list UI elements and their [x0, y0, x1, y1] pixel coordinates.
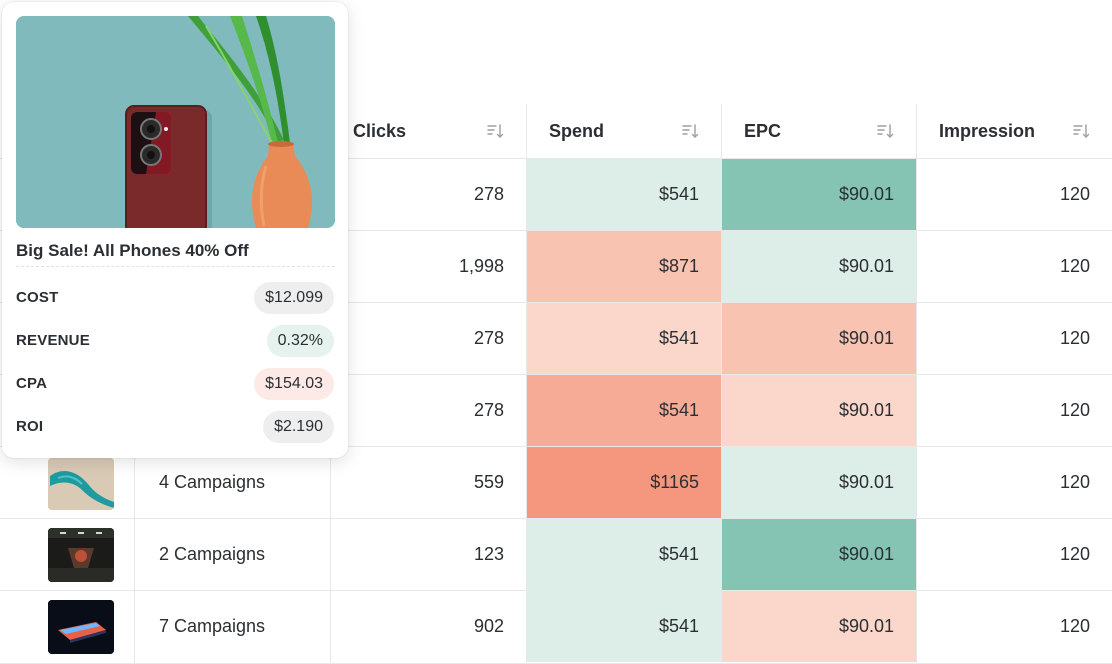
- creative-image: [48, 458, 114, 510]
- spend-cell: $541: [527, 591, 721, 662]
- campaign-thumbnail[interactable]: [48, 458, 114, 510]
- sort-icon[interactable]: [1072, 122, 1090, 140]
- metric-label-cost: COST: [16, 289, 59, 306]
- spend-cell: $871: [527, 231, 721, 302]
- spend-cell: $541: [527, 159, 721, 230]
- clicks-cell: 123: [473, 544, 504, 564]
- header-epc[interactable]: EPC: [722, 104, 916, 158]
- campaign-thumbnail[interactable]: [48, 528, 114, 582]
- sort-icon[interactable]: [876, 122, 894, 140]
- metric-value-revenue: 0.32%: [266, 325, 334, 357]
- clicks-cell: 278: [473, 184, 504, 204]
- metric-value-cpa: $154.03: [254, 368, 334, 400]
- spend-cell: $541: [527, 375, 721, 446]
- clicks-cell: 278: [473, 328, 504, 348]
- clicks-cell: 1,998: [458, 256, 504, 276]
- metric-value-roi: $2.190: [263, 411, 334, 443]
- epc-cell: $90.01: [722, 231, 916, 302]
- header-spend[interactable]: Spend: [527, 104, 721, 158]
- clicks-cell: 278: [473, 400, 504, 420]
- header-impression[interactable]: Impression: [917, 104, 1112, 158]
- epc-cell: $90.01: [722, 303, 916, 374]
- row-divider: [0, 590, 1112, 591]
- impression-cell: 120: [1059, 184, 1090, 204]
- clicks-cell: 902: [473, 616, 504, 636]
- campaign-count-cell[interactable]: 7 Campaigns: [135, 591, 330, 662]
- header-label: Impression: [939, 120, 1036, 141]
- spend-cell: $541: [527, 303, 721, 374]
- metric-value-cost: $12.099: [254, 282, 334, 314]
- impression-cell: 120: [1059, 400, 1090, 420]
- epc-cell: $90.01: [722, 519, 916, 590]
- epc-cell: $90.01: [722, 375, 916, 446]
- epc-cell: $90.01: [722, 447, 916, 518]
- spend-cell: $1165: [527, 447, 721, 518]
- impression-cell: 120: [1059, 544, 1090, 564]
- clicks-cell: 559: [473, 472, 504, 492]
- metric-label-cpa: CPA: [16, 375, 48, 392]
- campaign-count-cell[interactable]: 2 Campaigns: [135, 519, 330, 590]
- impression-cell: 120: [1059, 256, 1090, 276]
- header-clicks[interactable]: Clicks: [331, 104, 526, 158]
- campaign-title: Big Sale! All Phones 40% Off: [16, 236, 335, 267]
- campaign-preview-card: Big Sale! All Phones 40% Off COST $12.09…: [2, 2, 348, 458]
- header-label: EPC: [744, 120, 782, 141]
- campaign-thumbnail[interactable]: [48, 600, 114, 654]
- product-photo: [16, 16, 335, 228]
- sort-icon[interactable]: [681, 122, 699, 140]
- metric-label-revenue: REVENUE: [16, 332, 90, 349]
- impression-cell: 120: [1059, 616, 1090, 636]
- epc-cell: $90.01: [722, 159, 916, 230]
- header-label: Clicks: [353, 120, 407, 141]
- impression-cell: 120: [1059, 328, 1090, 348]
- creative-image: [48, 528, 114, 582]
- impression-cell: 120: [1059, 472, 1090, 492]
- creative-image: [48, 600, 114, 654]
- sort-icon[interactable]: [486, 122, 504, 140]
- epc-cell: $90.01: [722, 591, 916, 662]
- spend-cell: $541: [527, 519, 721, 590]
- row-divider: [0, 518, 1112, 519]
- phone-product-image: [16, 16, 335, 228]
- metric-label-roi: ROI: [16, 418, 44, 435]
- header-label: Spend: [549, 120, 605, 141]
